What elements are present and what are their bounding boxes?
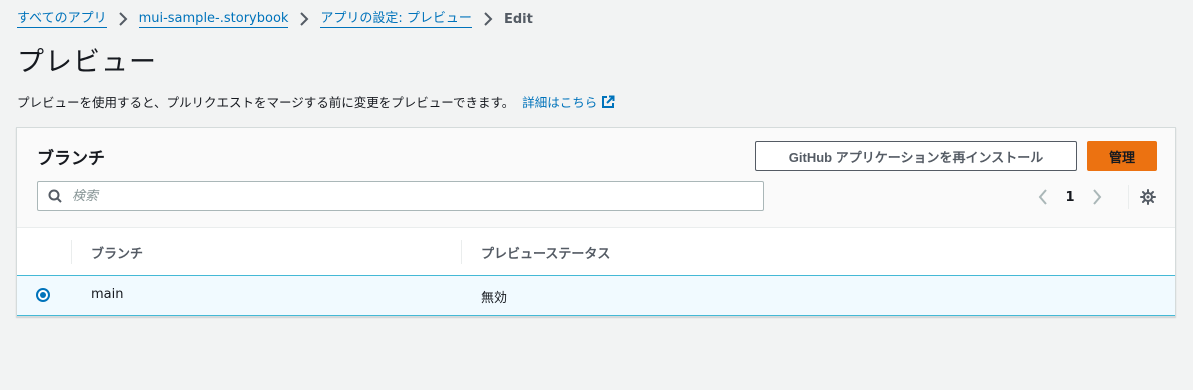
description-text: プレビューを使用すると、プルリクエストをマージする前に変更をプレビューできます。 bbox=[17, 95, 515, 110]
gear-icon[interactable] bbox=[1137, 186, 1159, 208]
learn-more-label: 詳細はこちら bbox=[522, 95, 598, 110]
table-header: ブランチ プレビューステータス bbox=[17, 228, 1175, 276]
breadcrumb-app-settings-preview[interactable]: アプリの設定: プレビュー bbox=[320, 11, 472, 28]
search-field[interactable] bbox=[37, 181, 764, 211]
table-row[interactable]: main 無効 bbox=[17, 275, 1175, 316]
search-icon bbox=[48, 189, 62, 203]
radio-selected-icon[interactable] bbox=[36, 288, 50, 302]
pagination: 1 bbox=[1033, 185, 1107, 209]
breadcrumb-current: Edit bbox=[503, 11, 533, 27]
column-header-preview-status[interactable]: プレビューステータス bbox=[481, 243, 610, 262]
search-input[interactable] bbox=[70, 187, 714, 205]
chevron-right-icon bbox=[483, 12, 493, 26]
chevron-right-icon[interactable] bbox=[1087, 185, 1107, 209]
chevron-right-icon bbox=[118, 12, 128, 26]
column-divider bbox=[461, 240, 462, 264]
chevron-left-icon[interactable] bbox=[1033, 185, 1053, 209]
external-link-icon bbox=[602, 95, 615, 108]
pagination-divider bbox=[1128, 185, 1129, 209]
branches-panel: ブランチ GitHub アプリケーションを再インストール 管理 1 bbox=[16, 127, 1176, 317]
column-header-branch[interactable]: ブランチ bbox=[91, 243, 143, 262]
learn-more-link[interactable]: 詳細はこちら bbox=[522, 92, 615, 111]
panel-title: ブランチ bbox=[37, 149, 105, 169]
breadcrumb-app[interactable]: mui-sample-.storybook bbox=[138, 11, 289, 28]
manage-button[interactable]: 管理 bbox=[1087, 141, 1157, 171]
chevron-right-icon bbox=[299, 12, 309, 26]
panel-header: ブランチ GitHub アプリケーションを再インストール 管理 1 bbox=[17, 128, 1175, 228]
page-number[interactable]: 1 bbox=[1053, 190, 1087, 205]
branch-cell: main bbox=[91, 287, 124, 302]
page-description: プレビューを使用すると、プルリクエストをマージする前に変更をプレビューできます。… bbox=[17, 92, 615, 111]
breadcrumb-all-apps[interactable]: すべてのアプリ bbox=[17, 11, 107, 28]
reinstall-github-app-button[interactable]: GitHub アプリケーションを再インストール bbox=[755, 141, 1077, 171]
preview-status-cell: 無効 bbox=[481, 291, 508, 306]
breadcrumb: すべてのアプリ mui-sample-.storybook アプリの設定: プレ… bbox=[17, 9, 533, 29]
page-title: プレビュー bbox=[17, 47, 157, 78]
column-divider bbox=[71, 240, 72, 264]
